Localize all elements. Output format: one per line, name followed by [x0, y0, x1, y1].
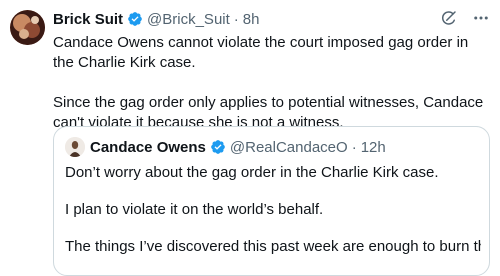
quoted-author-avatar[interactable]	[65, 137, 85, 157]
verified-badge-icon	[127, 11, 143, 27]
tweet-actions-top	[440, 9, 490, 32]
tweet-header: Brick Suit @Brick_Suit · 8h	[53, 9, 259, 29]
quoted-paragraph: The things I’ve discovered this past wee…	[65, 238, 481, 255]
tweet-timestamp[interactable]: 8h	[243, 11, 260, 28]
author-avatar[interactable]	[10, 10, 45, 45]
quoted-tweet[interactable]: Candace Owens @RealCandaceO · 12h Don’t …	[53, 126, 490, 276]
tweet-card[interactable]: Brick Suit @Brick_Suit · 8h Candace Owen…	[0, 0, 500, 276]
tweet-text: Candace Owens cannot violate the court i…	[53, 33, 493, 133]
quoted-tweet-header: Candace Owens @RealCandaceO · 12h	[90, 137, 386, 157]
quoted-author-handle[interactable]: @RealCandaceO	[230, 139, 348, 156]
separator-dot: ·	[351, 138, 357, 156]
quoted-author-name[interactable]: Candace Owens	[90, 139, 206, 156]
quoted-paragraph: I plan to violate it on the world’s beha…	[65, 201, 324, 218]
grok-icon[interactable]	[440, 9, 458, 32]
separator-dot: ·	[233, 10, 239, 28]
quoted-paragraph: Don’t worry about the gag order in the C…	[65, 164, 439, 181]
verified-badge-icon	[210, 139, 226, 155]
more-options-icon[interactable]	[472, 9, 490, 32]
author-name[interactable]: Brick Suit	[53, 11, 123, 28]
quoted-tweet-text: Don’t worry about the gag order in the C…	[65, 163, 481, 257]
tweet-paragraph: Candace Owens cannot violate the court i…	[53, 34, 469, 71]
quoted-tweet-timestamp[interactable]: 12h	[361, 139, 386, 156]
author-handle[interactable]: @Brick_Suit	[147, 11, 230, 28]
